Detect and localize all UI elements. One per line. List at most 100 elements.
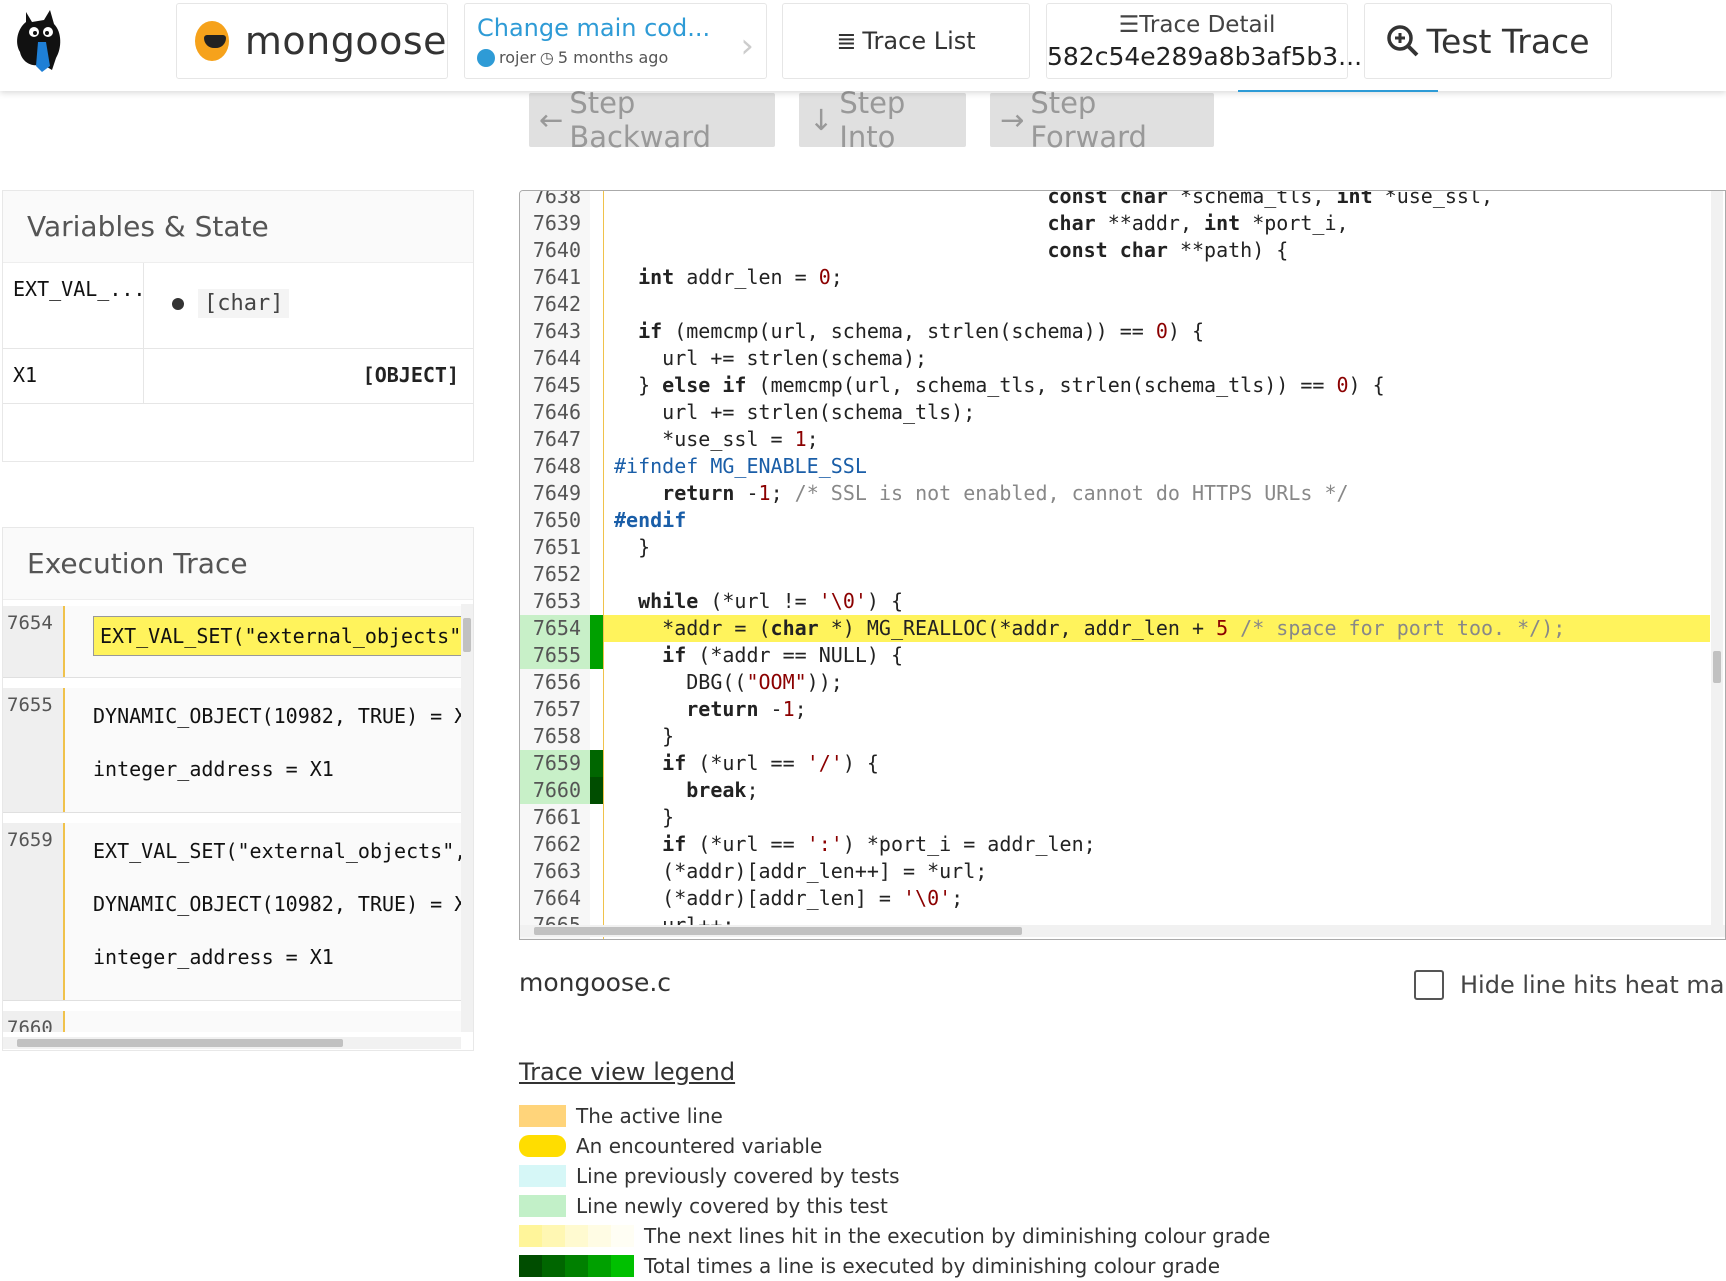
- scroll-thumb[interactable]: [17, 1039, 343, 1047]
- line-code: if (*addr == NULL) {: [662, 643, 904, 667]
- step-into-button[interactable]: ↓ Step Into: [799, 86, 966, 154]
- trace-item[interactable]: 7660: [3, 1011, 461, 1032]
- line-number: 7638: [520, 191, 590, 210]
- trace-code-line: integer_address = X1: [93, 757, 334, 781]
- list-icon: ≣: [836, 27, 857, 55]
- line-code: break;: [686, 778, 759, 802]
- line-number: 7660: [520, 777, 590, 804]
- code-line[interactable]: 7638 const char *schema_tls, int *use_ss…: [520, 190, 1710, 210]
- trace-line-number: 7660: [3, 1011, 65, 1032]
- trace-horizontal-scrollbar[interactable]: [3, 1037, 461, 1049]
- legend-label: An encountered variable: [576, 1134, 823, 1158]
- scroll-thumb[interactable]: [534, 927, 1022, 935]
- code-line[interactable]: 7655 if (*addr == NULL) {: [520, 642, 1710, 669]
- line-number: 7662: [520, 831, 590, 858]
- legend-item: Line previously covered by tests: [519, 1161, 1270, 1191]
- code-line[interactable]: 7652: [520, 561, 1710, 588]
- scroll-thumb[interactable]: [1713, 651, 1721, 683]
- variable-row[interactable]: X1 [OBJECT]: [3, 349, 473, 404]
- variable-row[interactable]: EXT_VAL_... [char]: [3, 263, 473, 349]
- code-line[interactable]: 7659 if (*url == '/') {: [520, 750, 1710, 777]
- line-number: 7654: [520, 615, 590, 642]
- code-line[interactable]: 7643 if (memcmp(url, schema, strlen(sche…: [520, 318, 1710, 345]
- encountered-variable[interactable]: EXT_VAL_SET("external_objects",: [93, 616, 461, 656]
- trace-code: EXT_VAL_SET("external_objects",: [65, 606, 461, 677]
- chevron-right-icon: ›: [740, 26, 754, 66]
- code-line[interactable]: 7639 char **addr, int *port_i,: [520, 210, 1710, 237]
- line-code: char **addr, int *port_i,: [1047, 211, 1349, 235]
- code-line[interactable]: 7662 if (*url == ':') *port_i = addr_len…: [520, 831, 1710, 858]
- trace-item[interactable]: 7659 EXT_VAL_SET("external_objects", DYN…: [3, 823, 461, 1001]
- line-heat-marker: [590, 750, 603, 777]
- code-line[interactable]: 7657 return -1;: [520, 696, 1710, 723]
- legend-title[interactable]: Trace view legend: [519, 1058, 735, 1086]
- code-line[interactable]: 7658 }: [520, 723, 1710, 750]
- scroll-thumb[interactable]: [463, 618, 471, 652]
- variables-title: Variables & State: [3, 191, 473, 263]
- line-number: 7661: [520, 804, 590, 831]
- legend-label: Total times a line is executed by dimini…: [644, 1254, 1221, 1278]
- code-line-active[interactable]: 7654 *addr = (char *) MG_REALLOC(*addr, …: [520, 615, 1710, 642]
- nav-trace-list[interactable]: ≣ Trace List: [782, 3, 1030, 79]
- code-line[interactable]: 7653 while (*url != '\0') {: [520, 588, 1710, 615]
- source-code-viewer[interactable]: 7638 const char *schema_tls, int *use_ss…: [519, 190, 1726, 940]
- variables-panel: Variables & State EXT_VAL_... [char] X1 …: [2, 190, 474, 462]
- line-code: return -1;: [686, 697, 807, 721]
- nav-test-trace[interactable]: Test Trace: [1364, 3, 1612, 79]
- line-code: *use_ssl = 1;: [614, 427, 819, 451]
- heatmap-toggle[interactable]: Hide line hits heat map: [1414, 970, 1726, 1000]
- line-heat-marker: [590, 777, 603, 804]
- line-code: int addr_len = 0;: [638, 265, 843, 289]
- legend-item: Line newly covered by this test: [519, 1191, 1270, 1221]
- line-number: 7653: [520, 588, 590, 615]
- code-line[interactable]: 7648 #ifndef MG_ENABLE_SSL: [520, 453, 1710, 480]
- code-vertical-scrollbar[interactable]: [1711, 191, 1723, 925]
- code-line[interactable]: 7644 url += strlen(schema);: [520, 345, 1710, 372]
- code-line[interactable]: 7640 const char **path) {: [520, 237, 1710, 264]
- project-selector[interactable]: mongoose: [176, 3, 448, 79]
- code-line[interactable]: 7645 } else if (memcmp(url, schema_tls, …: [520, 372, 1710, 399]
- line-number: 7663: [520, 858, 590, 885]
- nav-trace-detail[interactable]: ☰Trace Detail 582c54e289a8b3af5b3...: [1046, 3, 1438, 92]
- line-heat-marker: [590, 858, 603, 885]
- line-code: *addr = (char *) MG_REALLOC(*addr, addr_…: [614, 616, 1566, 640]
- line-number: 7643: [520, 318, 590, 345]
- line-heat-marker: [590, 318, 603, 345]
- commit-selector[interactable]: Change main cod... rojer ◷ 5 months ago …: [464, 3, 767, 79]
- line-code: while (*url != '\0') {: [638, 589, 904, 613]
- trace-item[interactable]: 7655 DYNAMIC_OBJECT(10982, TRUE) = X1 in…: [3, 688, 461, 813]
- code-line[interactable]: 7642: [520, 291, 1710, 318]
- commit-title[interactable]: Change main cod...: [477, 14, 727, 42]
- code-line[interactable]: 7651 }: [520, 534, 1710, 561]
- commit-author: rojer: [499, 48, 536, 67]
- line-code: const char *schema_tls, int *use_ssl,: [1047, 190, 1494, 208]
- code-line[interactable]: 7660 break;: [520, 777, 1710, 804]
- step-forward-button[interactable]: → Step Forward: [990, 86, 1214, 154]
- legend-list: The active line An encountered variable Li…: [519, 1101, 1270, 1281]
- code-line[interactable]: 7661 }: [520, 804, 1710, 831]
- code-line[interactable]: 7641 int addr_len = 0;: [520, 264, 1710, 291]
- heatmap-checkbox[interactable]: [1414, 970, 1444, 1000]
- code-line[interactable]: 7650 #endif: [520, 507, 1710, 534]
- code-line[interactable]: 7649 return -1; /* SSL is not enabled, c…: [520, 480, 1710, 507]
- code-line[interactable]: 7664 (*addr)[addr_len] = '\0';: [520, 885, 1710, 912]
- code-line[interactable]: 7663 (*addr)[addr_len++] = *url;: [520, 858, 1710, 885]
- line-number: 7652: [520, 561, 590, 588]
- step-backward-button[interactable]: ← Step Backward: [529, 86, 775, 154]
- code-line[interactable]: 7646 url += strlen(schema_tls);: [520, 399, 1710, 426]
- execution-trace-list[interactable]: 7654 EXT_VAL_SET("external_objects", 765…: [3, 604, 461, 1032]
- code-line[interactable]: 7647 *use_ssl = 1;: [520, 426, 1710, 453]
- trace-code-line: integer_address = X1: [93, 945, 334, 969]
- code-horizontal-scrollbar[interactable]: [520, 925, 1725, 937]
- trace-item[interactable]: 7654 EXT_VAL_SET("external_objects",: [3, 606, 461, 678]
- line-code: url += strlen(schema_tls);: [614, 400, 976, 424]
- logo-icon[interactable]: [12, 8, 64, 74]
- code-line[interactable]: 7656 DBG(("OOM"));: [520, 669, 1710, 696]
- line-number: 7649: [520, 480, 590, 507]
- commit-meta: rojer ◷ 5 months ago: [477, 48, 754, 67]
- line-code: const char **path) {: [1047, 238, 1289, 262]
- heatmap-toggle-label: Hide line hits heat map: [1460, 971, 1726, 999]
- trace-vertical-scrollbar[interactable]: [461, 604, 473, 1032]
